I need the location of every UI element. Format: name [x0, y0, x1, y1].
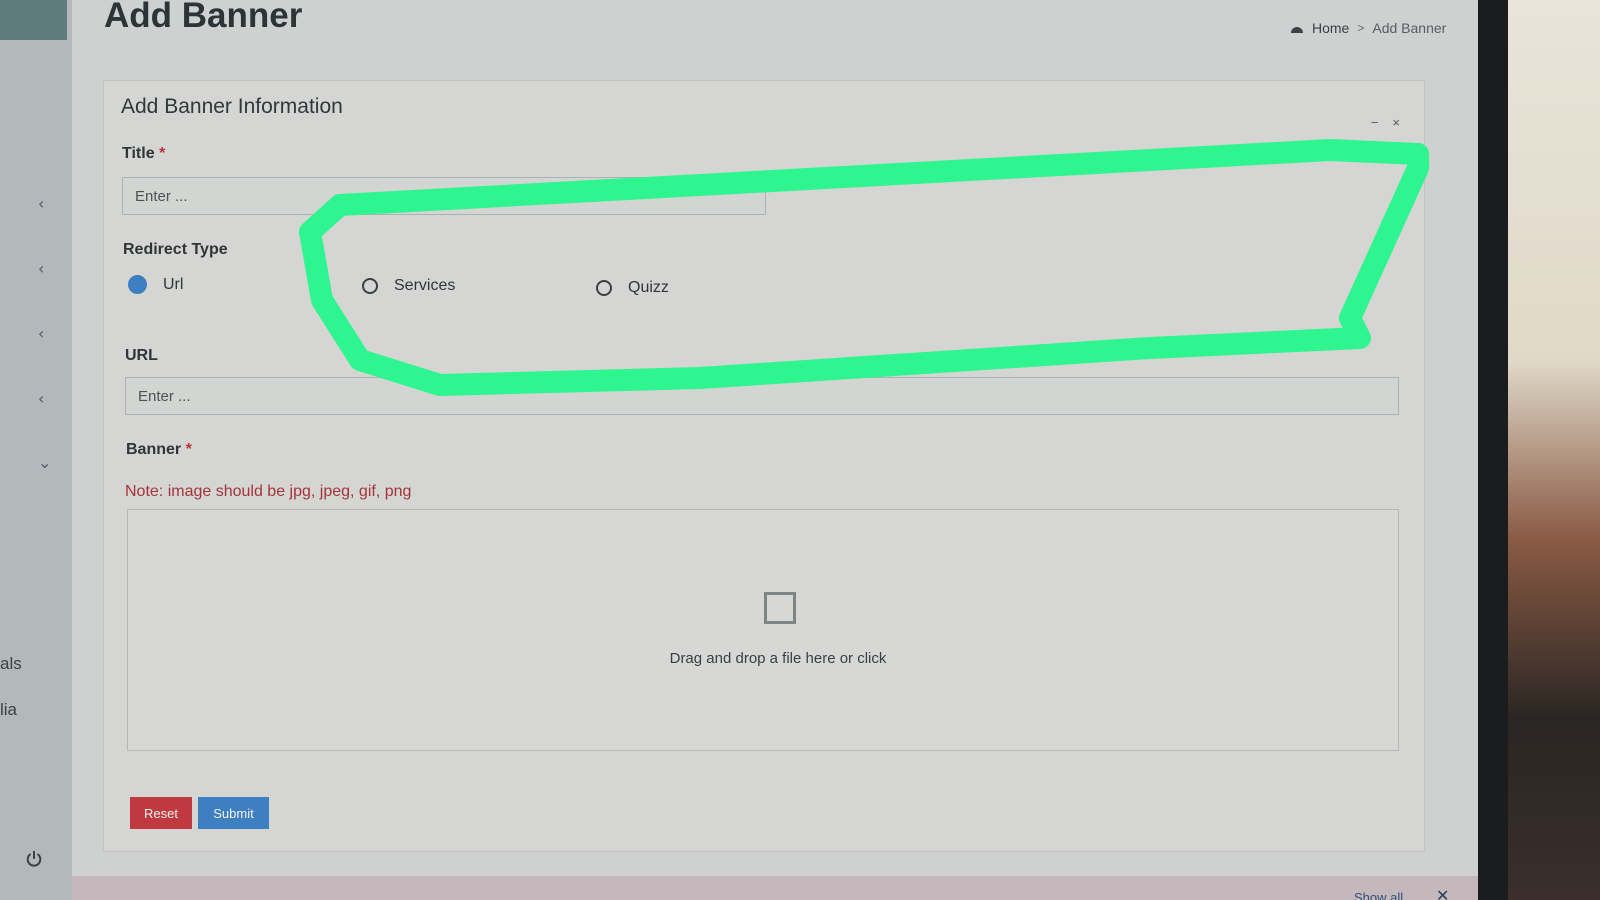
dashboard-icon [1291, 27, 1303, 33]
add-banner-form-box: Add Banner Information − × Title * Redir… [103, 80, 1425, 852]
chevron-left-icon[interactable]: ‹ [38, 259, 44, 278]
radio-quizz[interactable] [596, 280, 612, 296]
radio-url[interactable] [128, 275, 147, 294]
downloads-bar [72, 876, 1478, 900]
sidebar-logo-area [0, 0, 67, 40]
banner-dropzone[interactable]: Drag and drop a file here or click [127, 509, 1399, 751]
page-title: Add Banner [104, 0, 303, 35]
redirect-type-label: Redirect Type [123, 241, 228, 258]
redirect-option-label: Url [163, 275, 184, 293]
banner-label-text: Banner [126, 441, 182, 458]
title-label-text: Title [122, 145, 155, 162]
chevron-down-icon[interactable]: ⌄ [38, 453, 51, 472]
redirect-option-label: Quizz [628, 279, 669, 296]
title-label: Title * [122, 145, 165, 163]
screen: ‹ ‹ ‹ ‹ ⌄ als lia Add Banner Home > Add … [0, 0, 1478, 900]
power-icon[interactable] [25, 850, 43, 868]
banner-label: Banner * [126, 441, 192, 459]
minimize-icon[interactable]: − [1371, 115, 1379, 130]
upload-icon [764, 592, 796, 624]
sidebar-item-label[interactable]: lia [0, 700, 17, 720]
chevron-left-icon[interactable]: ‹ [38, 194, 44, 213]
breadcrumb-separator: > [1357, 21, 1365, 35]
dropzone-text: Drag and drop a file here or click [669, 650, 887, 667]
title-input[interactable] [122, 177, 766, 215]
sidebar-item-label[interactable]: als [0, 654, 22, 674]
breadcrumb-home-link[interactable]: Home [1312, 20, 1349, 36]
box-title: Add Banner Information [121, 95, 343, 118]
redirect-option-url[interactable]: Url [128, 275, 183, 294]
redirect-option-label: Services [394, 277, 456, 294]
required-mark: * [159, 145, 166, 162]
background-surroundings [1508, 0, 1600, 900]
breadcrumb: Home > Add Banner [1290, 20, 1446, 36]
close-icon[interactable]: × [1392, 115, 1400, 130]
redirect-option-quizz[interactable]: Quizz [596, 279, 669, 297]
radio-services[interactable] [362, 278, 378, 294]
required-mark: * [185, 441, 192, 458]
close-icon[interactable]: ✕ [1436, 886, 1449, 900]
chevron-left-icon[interactable]: ‹ [38, 389, 44, 408]
reset-button[interactable]: Reset [130, 797, 192, 829]
redirect-option-services[interactable]: Services [362, 277, 455, 295]
sidebar: ‹ ‹ ‹ ‹ ⌄ als lia [0, 0, 72, 900]
breadcrumb-current: Add Banner [1372, 20, 1447, 36]
url-label: URL [125, 347, 158, 364]
submit-button[interactable]: Submit [198, 797, 269, 829]
banner-note: Note: image should be jpg, jpeg, gif, pn… [125, 483, 412, 500]
show-all-link[interactable]: Show all [1354, 890, 1403, 900]
monitor-bezel [1478, 0, 1508, 900]
url-input[interactable] [125, 377, 1399, 415]
box-tools: − × [1371, 115, 1400, 130]
main-content: Add Banner Home > Add Banner Add Banner … [72, 0, 1478, 900]
chevron-left-icon[interactable]: ‹ [38, 324, 44, 343]
